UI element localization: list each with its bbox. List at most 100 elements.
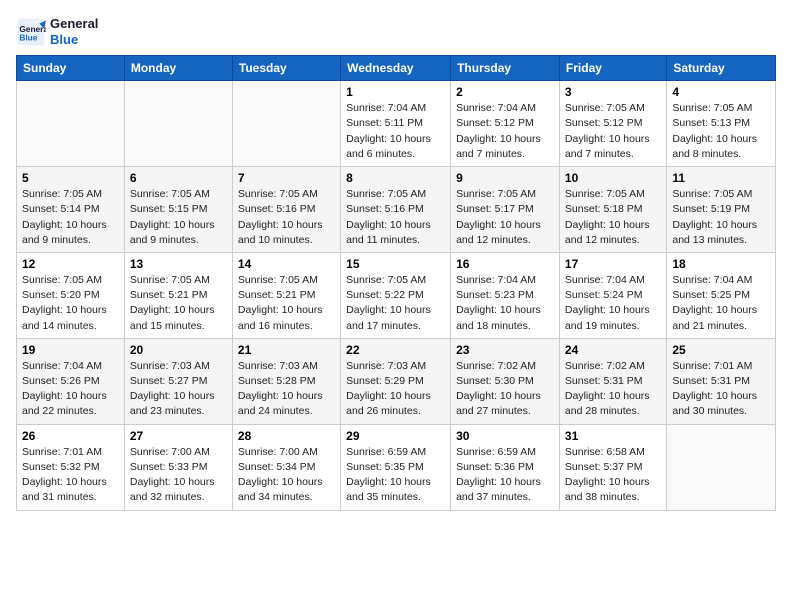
column-header-friday: Friday	[559, 56, 666, 81]
calendar-cell: 17 Sunrise: 7:04 AM Sunset: 5:24 PM Dayli…	[559, 252, 666, 338]
day-number: 24	[565, 343, 661, 357]
day-number: 27	[130, 429, 227, 443]
day-info: Sunrise: 7:05 AM Sunset: 5:19 PM Dayligh…	[672, 187, 770, 248]
day-info: Sunrise: 7:05 AM Sunset: 5:13 PM Dayligh…	[672, 101, 770, 162]
calendar-cell	[232, 81, 340, 167]
logo-text-line1: General	[50, 16, 98, 32]
day-number: 13	[130, 257, 227, 271]
calendar-cell: 21Sunrise: 7:03 AM Sunset: 5:28 PM Dayli…	[232, 338, 340, 424]
calendar-week-5: 26 Sunrise: 7:01 AM Sunset: 5:32 PM Dayli…	[17, 424, 776, 510]
calendar-cell: 6Sunrise: 7:05 AM Sunset: 5:15 PM Daylig…	[124, 167, 232, 253]
day-info: Sunrise: 6:58 AM Sunset: 5:37 PM Dayligh…	[565, 445, 661, 506]
day-number: 26	[22, 429, 119, 443]
day-number: 18	[672, 257, 770, 271]
day-info: Sunrise: 7:04 AM Sunset: 5:26 PM Dayligh…	[22, 359, 119, 420]
day-info: Sunrise: 7:05 AM Sunset: 5:14 PM Dayligh…	[22, 187, 119, 248]
day-number: 30	[456, 429, 554, 443]
day-info: Sunrise: 7:03 AM Sunset: 5:28 PM Dayligh…	[238, 359, 335, 420]
calendar-table: SundayMondayTuesdayWednesdayThursdayFrid…	[16, 55, 776, 510]
day-info: Sunrise: 7:01 AM Sunset: 5:31 PM Dayligh…	[672, 359, 770, 420]
column-header-sunday: Sunday	[17, 56, 125, 81]
column-header-saturday: Saturday	[667, 56, 776, 81]
column-header-thursday: Thursday	[451, 56, 560, 81]
day-info: Sunrise: 7:05 AM Sunset: 5:20 PM Dayligh…	[22, 273, 119, 334]
day-info: Sunrise: 7:04 AM Sunset: 5:24 PM Dayligh…	[565, 273, 661, 334]
calendar-week-1: 1Sunrise: 7:04 AM Sunset: 5:11 PM Daylig…	[17, 81, 776, 167]
day-number: 28	[238, 429, 335, 443]
day-info: Sunrise: 7:05 AM Sunset: 5:15 PM Dayligh…	[130, 187, 227, 248]
day-info: Sunrise: 7:02 AM Sunset: 5:30 PM Dayligh…	[456, 359, 554, 420]
day-number: 16	[456, 257, 554, 271]
column-header-monday: Monday	[124, 56, 232, 81]
calendar-cell: 20Sunrise: 7:03 AM Sunset: 5:27 PM Dayli…	[124, 338, 232, 424]
calendar-cell: 11 Sunrise: 7:05 AM Sunset: 5:19 PM Dayli…	[667, 167, 776, 253]
day-number: 3	[565, 85, 661, 99]
day-number: 11	[672, 171, 770, 185]
day-info: Sunrise: 7:05 AM Sunset: 5:21 PM Dayligh…	[238, 273, 335, 334]
calendar-cell: 7Sunrise: 7:05 AM Sunset: 5:16 PM Daylig…	[232, 167, 340, 253]
day-info: Sunrise: 7:05 AM Sunset: 5:16 PM Dayligh…	[238, 187, 335, 248]
day-info: Sunrise: 7:05 AM Sunset: 5:22 PM Dayligh…	[346, 273, 445, 334]
day-info: Sunrise: 7:04 AM Sunset: 5:23 PM Dayligh…	[456, 273, 554, 334]
day-number: 17	[565, 257, 661, 271]
calendar-cell: 14 Sunrise: 7:05 AM Sunset: 5:21 PM Dayli…	[232, 252, 340, 338]
day-number: 9	[456, 171, 554, 185]
day-info: Sunrise: 7:00 AM Sunset: 5:34 PM Dayligh…	[238, 445, 335, 506]
logo: General Blue General Blue	[16, 16, 98, 47]
day-number: 8	[346, 171, 445, 185]
day-number: 1	[346, 85, 445, 99]
calendar-cell: 12 Sunrise: 7:05 AM Sunset: 5:20 PM Dayli…	[17, 252, 125, 338]
column-header-wednesday: Wednesday	[341, 56, 451, 81]
day-info: Sunrise: 7:04 AM Sunset: 5:25 PM Dayligh…	[672, 273, 770, 334]
day-number: 2	[456, 85, 554, 99]
day-info: Sunrise: 7:03 AM Sunset: 5:29 PM Dayligh…	[346, 359, 445, 420]
day-number: 22	[346, 343, 445, 357]
column-header-tuesday: Tuesday	[232, 56, 340, 81]
calendar-cell: 16 Sunrise: 7:04 AM Sunset: 5:23 PM Dayli…	[451, 252, 560, 338]
calendar-cell: 26 Sunrise: 7:01 AM Sunset: 5:32 PM Dayli…	[17, 424, 125, 510]
calendar-week-3: 12 Sunrise: 7:05 AM Sunset: 5:20 PM Dayli…	[17, 252, 776, 338]
day-number: 10	[565, 171, 661, 185]
calendar-cell: 9 Sunrise: 7:05 AM Sunset: 5:17 PM Daylig…	[451, 167, 560, 253]
calendar-cell: 4 Sunrise: 7:05 AM Sunset: 5:13 PM Daylig…	[667, 81, 776, 167]
calendar-cell: 28 Sunrise: 7:00 AM Sunset: 5:34 PM Dayli…	[232, 424, 340, 510]
svg-text:Blue: Blue	[19, 32, 37, 42]
calendar-cell: 27Sunrise: 7:00 AM Sunset: 5:33 PM Dayli…	[124, 424, 232, 510]
day-number: 23	[456, 343, 554, 357]
calendar-cell: 1Sunrise: 7:04 AM Sunset: 5:11 PM Daylig…	[341, 81, 451, 167]
calendar-cell: 24 Sunrise: 7:02 AM Sunset: 5:31 PM Dayli…	[559, 338, 666, 424]
day-info: Sunrise: 7:02 AM Sunset: 5:31 PM Dayligh…	[565, 359, 661, 420]
calendar-cell: 18 Sunrise: 7:04 AM Sunset: 5:25 PM Dayli…	[667, 252, 776, 338]
calendar-cell: 8Sunrise: 7:05 AM Sunset: 5:16 PM Daylig…	[341, 167, 451, 253]
logo-text-line2: Blue	[50, 32, 98, 48]
calendar-week-4: 19Sunrise: 7:04 AM Sunset: 5:26 PM Dayli…	[17, 338, 776, 424]
day-info: Sunrise: 7:05 AM Sunset: 5:17 PM Dayligh…	[456, 187, 554, 248]
calendar-cell	[124, 81, 232, 167]
calendar-cell	[17, 81, 125, 167]
calendar-cell: 22 Sunrise: 7:03 AM Sunset: 5:29 PM Dayli…	[341, 338, 451, 424]
day-info: Sunrise: 7:05 AM Sunset: 5:18 PM Dayligh…	[565, 187, 661, 248]
logo-icon: General Blue	[16, 17, 46, 47]
calendar-cell: 10 Sunrise: 7:05 AM Sunset: 5:18 PM Dayli…	[559, 167, 666, 253]
calendar-cell: 23 Sunrise: 7:02 AM Sunset: 5:30 PM Dayli…	[451, 338, 560, 424]
page-header: General Blue General Blue	[16, 16, 776, 47]
calendar-cell: 3Sunrise: 7:05 AM Sunset: 5:12 PM Daylig…	[559, 81, 666, 167]
day-number: 4	[672, 85, 770, 99]
day-info: Sunrise: 7:01 AM Sunset: 5:32 PM Dayligh…	[22, 445, 119, 506]
calendar-cell: 29Sunrise: 6:59 AM Sunset: 5:35 PM Dayli…	[341, 424, 451, 510]
day-number: 15	[346, 257, 445, 271]
calendar-cell: 31 Sunrise: 6:58 AM Sunset: 5:37 PM Dayli…	[559, 424, 666, 510]
day-number: 14	[238, 257, 335, 271]
calendar-cell: 15 Sunrise: 7:05 AM Sunset: 5:22 PM Dayli…	[341, 252, 451, 338]
day-number: 25	[672, 343, 770, 357]
day-number: 12	[22, 257, 119, 271]
day-number: 5	[22, 171, 119, 185]
day-number: 20	[130, 343, 227, 357]
day-info: Sunrise: 7:05 AM Sunset: 5:21 PM Dayligh…	[130, 273, 227, 334]
calendar-cell: 2Sunrise: 7:04 AM Sunset: 5:12 PM Daylig…	[451, 81, 560, 167]
calendar-cell: 19Sunrise: 7:04 AM Sunset: 5:26 PM Dayli…	[17, 338, 125, 424]
day-number: 31	[565, 429, 661, 443]
day-info: Sunrise: 6:59 AM Sunset: 5:36 PM Dayligh…	[456, 445, 554, 506]
calendar-cell: 25 Sunrise: 7:01 AM Sunset: 5:31 PM Dayli…	[667, 338, 776, 424]
calendar-cell: 13 Sunrise: 7:05 AM Sunset: 5:21 PM Dayli…	[124, 252, 232, 338]
